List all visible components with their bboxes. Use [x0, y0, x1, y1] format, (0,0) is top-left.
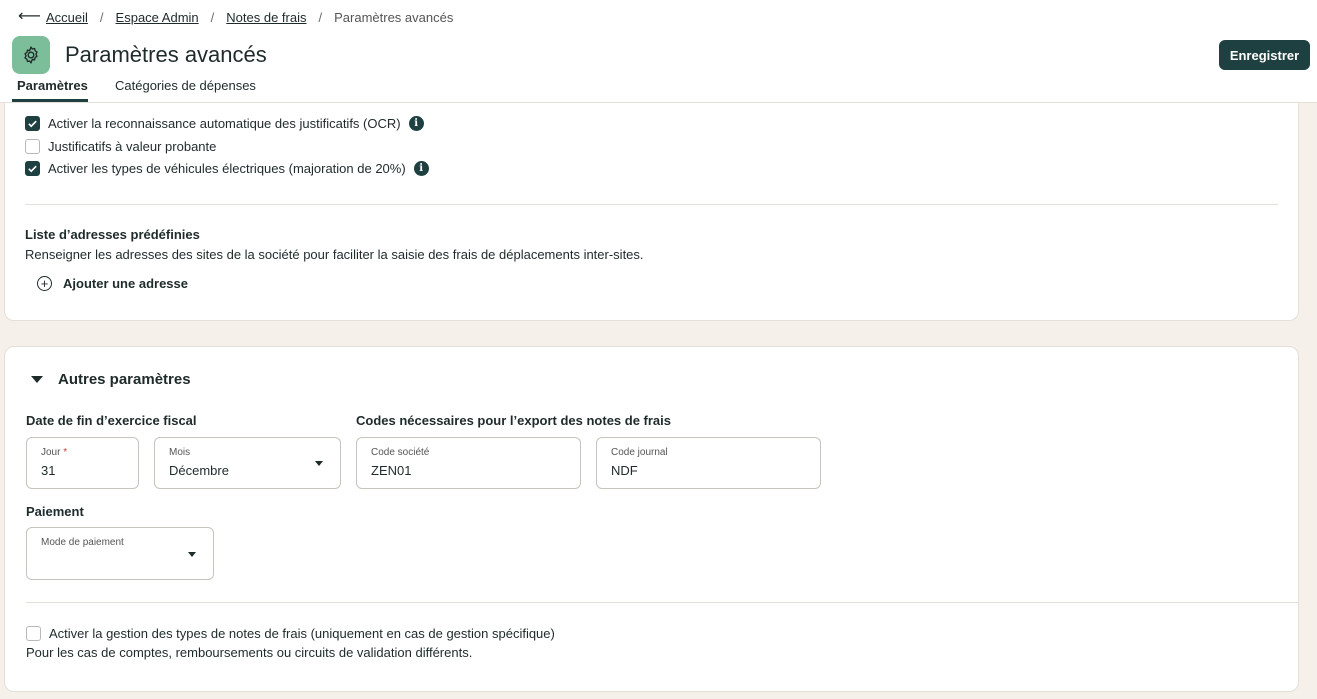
other-settings-toggle[interactable]: Autres paramètres	[31, 371, 191, 388]
ocr-checkbox[interactable]	[25, 116, 40, 131]
journal-code-label: Code journal	[611, 447, 668, 458]
info-icon[interactable]: i	[413, 161, 429, 176]
payment-mode-label: Mode de paiement	[41, 537, 124, 548]
option-expense-types: Activer la gestion des types de notes de…	[26, 626, 555, 641]
breadcrumb-current: Paramètres avancés	[334, 9, 454, 25]
fiscal-day-field[interactable]: Jour * 31	[26, 437, 139, 489]
chevron-down-icon	[315, 461, 323, 466]
app-icon	[12, 36, 50, 74]
info-icon[interactable]: i	[408, 116, 424, 131]
fiscal-month-value: Décembre	[169, 463, 229, 478]
option-electric: Activer les types de véhicules électriqu…	[25, 161, 429, 176]
page-title: Paramètres avancés	[65, 42, 267, 67]
probante-label: Justificatifs à valeur probante	[48, 139, 217, 154]
checkmark-icon	[28, 165, 37, 173]
add-address-label: Ajouter une adresse	[63, 276, 188, 291]
add-address-button[interactable]: + Ajouter une adresse	[37, 276, 188, 291]
fiscal-day-label-text: Jour	[41, 447, 61, 458]
fiscal-day-label: Jour *	[41, 447, 67, 458]
fiscal-day-value: 31	[41, 463, 56, 478]
checkmark-icon	[28, 120, 37, 128]
fiscal-month-label: Mois	[169, 447, 191, 458]
section-divider	[26, 602, 1299, 603]
fiscal-month-select[interactable]: Mois Décembre	[154, 437, 341, 489]
plus-circle-icon: +	[37, 276, 52, 291]
fiscal-end-label: Date de fin d’exercice fiscal	[26, 413, 197, 428]
save-button[interactable]: Enregistrer	[1219, 40, 1310, 70]
tab-parametres[interactable]: Paramètres	[12, 78, 88, 102]
option-probante: Justificatifs à valeur probante	[25, 139, 216, 154]
journal-code-field[interactable]: Code journal NDF	[596, 437, 821, 489]
arrow-left-icon[interactable]: ⟵	[18, 9, 41, 25]
expense-types-checkbox[interactable]	[26, 626, 41, 641]
breadcrumb-link-accueil[interactable]: Accueil	[46, 10, 88, 25]
export-codes-label: Codes nécessaires pour l’export des note…	[356, 413, 672, 428]
tab-categories-depenses[interactable]: Catégories de dépenses	[110, 78, 261, 102]
addresses-description: Renseigner les adresses des sites de la …	[25, 247, 644, 262]
addresses-title: Liste d’adresses prédéfinies	[25, 227, 200, 242]
breadcrumb-link-notes-de-frais[interactable]: Notes de frais	[226, 10, 306, 25]
required-mark: *	[63, 447, 68, 458]
breadcrumb-separator: /	[318, 9, 323, 25]
electric-label: Activer les types de véhicules électriqu…	[48, 161, 406, 176]
company-code-label: Code société	[371, 447, 430, 458]
general-options-card	[4, 103, 1299, 321]
electric-checkbox[interactable]	[25, 161, 40, 176]
chevron-down-icon	[188, 552, 196, 557]
option-ocr: Activer la reconnaissance automatique de…	[25, 116, 424, 131]
breadcrumb: ⟵ Accueil / Espace Admin / Notes de frai…	[18, 9, 453, 25]
section-divider	[25, 204, 1278, 205]
tab-bar: Paramètres Catégories de dépenses	[12, 78, 285, 103]
expense-types-description: Pour les cas de comptes, remboursements …	[26, 645, 473, 660]
breadcrumb-separator: /	[99, 9, 104, 25]
payment-label: Paiement	[26, 504, 84, 519]
breadcrumb-link-espace-admin[interactable]: Espace Admin	[116, 10, 199, 25]
company-code-field[interactable]: Code société ZEN01	[356, 437, 581, 489]
company-code-value: ZEN01	[371, 463, 412, 478]
breadcrumb-separator: /	[210, 9, 215, 25]
ocr-label: Activer la reconnaissance automatique de…	[48, 116, 401, 131]
probante-checkbox[interactable]	[25, 139, 40, 154]
journal-code-value: NDF	[611, 463, 638, 478]
payment-mode-select[interactable]: Mode de paiement	[26, 527, 214, 580]
gear-icon	[24, 46, 38, 64]
expense-types-label: Activer la gestion des types de notes de…	[49, 626, 555, 641]
top-bar: ⟵ Accueil / Espace Admin / Notes de frai…	[0, 0, 1317, 103]
caret-down-icon	[31, 376, 43, 383]
other-settings-title: Autres paramètres	[58, 371, 191, 388]
